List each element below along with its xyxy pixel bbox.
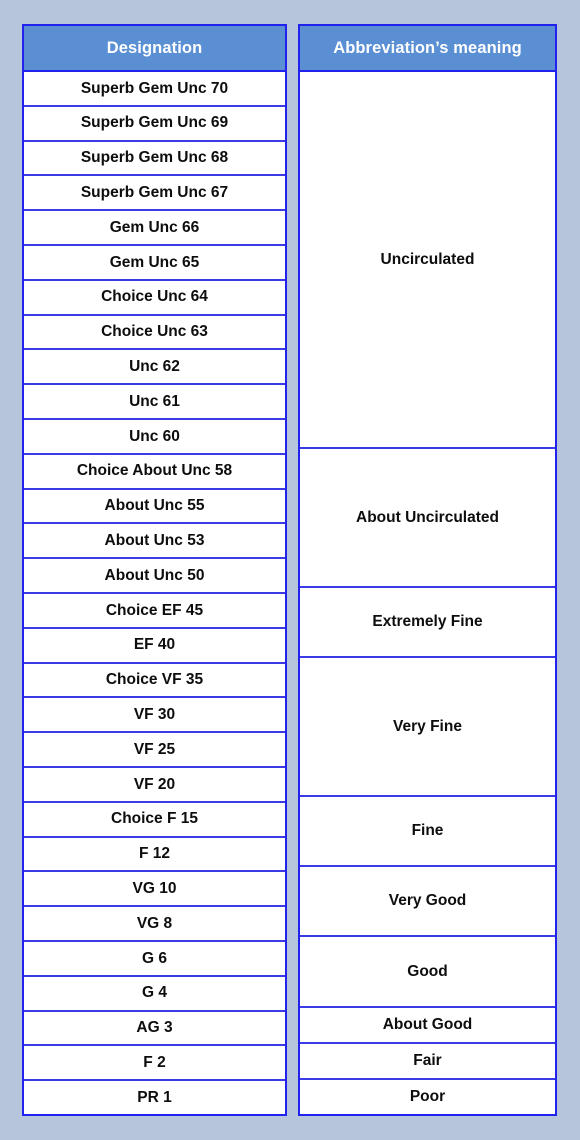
meaning-group-cell: Very Fine — [300, 658, 555, 797]
table-row: Unc 61 — [24, 385, 285, 420]
table-row: Choice F 15 — [24, 802, 285, 838]
meaning-column: Abbreviation’s meaning Uncirculated About… — [298, 24, 557, 1116]
table-row: VF 25 — [24, 733, 285, 768]
table-row: Gem Unc 66 — [24, 211, 285, 246]
meaning-group-cell: Very Good — [300, 867, 555, 938]
column-header-designation: Designation — [24, 26, 285, 72]
table-row: Choice About Unc 58 — [24, 454, 285, 490]
column-header-meaning: Abbreviation’s meaning — [300, 26, 555, 72]
table-row: Superb Gem Unc 67 — [24, 176, 285, 212]
table-row: Superb Gem Unc 70 — [24, 72, 285, 107]
table-row: Choice Unc 64 — [24, 280, 285, 316]
table-row: Superb Gem Unc 68 — [24, 141, 285, 177]
table-row: G 4 — [24, 976, 285, 1012]
grading-scale-page: Designation Superb Gem Unc 70 Superb Gem … — [0, 0, 580, 1140]
table-row: Unc 62 — [24, 350, 285, 386]
table-row: VF 30 — [24, 698, 285, 734]
meaning-group-cell: Poor — [300, 1079, 555, 1115]
table-row: EF 40 — [24, 628, 285, 664]
table-row: Gem Unc 65 — [24, 245, 285, 281]
table-row: F 12 — [24, 837, 285, 873]
grading-scale-table: Designation Superb Gem Unc 70 Superb Gem … — [22, 24, 557, 1116]
meaning-group-cell: Fine — [300, 796, 555, 868]
table-row: PR 1 — [24, 1081, 285, 1114]
meaning-group-cell: Fair — [300, 1043, 555, 1080]
table-row: F 2 — [24, 1046, 285, 1082]
table-row: About Unc 55 — [24, 489, 285, 525]
table-row: Superb Gem Unc 69 — [24, 106, 285, 142]
designation-column: Designation Superb Gem Unc 70 Superb Gem … — [22, 24, 287, 1116]
meaning-group-cell: Uncirculated — [300, 72, 555, 450]
table-row: AG 3 — [24, 1011, 285, 1047]
table-row: About Unc 53 — [24, 524, 285, 560]
meaning-groups: Uncirculated About Uncirculated Extremely … — [300, 72, 555, 1115]
table-row: VF 20 — [24, 767, 285, 803]
meaning-group-cell: Extremely Fine — [300, 588, 555, 659]
meaning-group-cell: About Good — [300, 1007, 555, 1044]
table-row: Unc 60 — [24, 419, 285, 455]
meaning-group-cell: About Uncirculated — [300, 449, 555, 588]
table-row: VG 10 — [24, 872, 285, 908]
table-row: Choice Unc 63 — [24, 315, 285, 351]
designation-rows: Superb Gem Unc 70 Superb Gem Unc 69 Superb… — [24, 72, 285, 1114]
table-row: VG 8 — [24, 907, 285, 942]
table-row: About Unc 50 — [24, 559, 285, 594]
table-row: Choice EF 45 — [24, 593, 285, 629]
meaning-group-cell: Good — [300, 937, 555, 1008]
table-row: G 6 — [24, 941, 285, 977]
table-row: Choice VF 35 — [24, 663, 285, 699]
